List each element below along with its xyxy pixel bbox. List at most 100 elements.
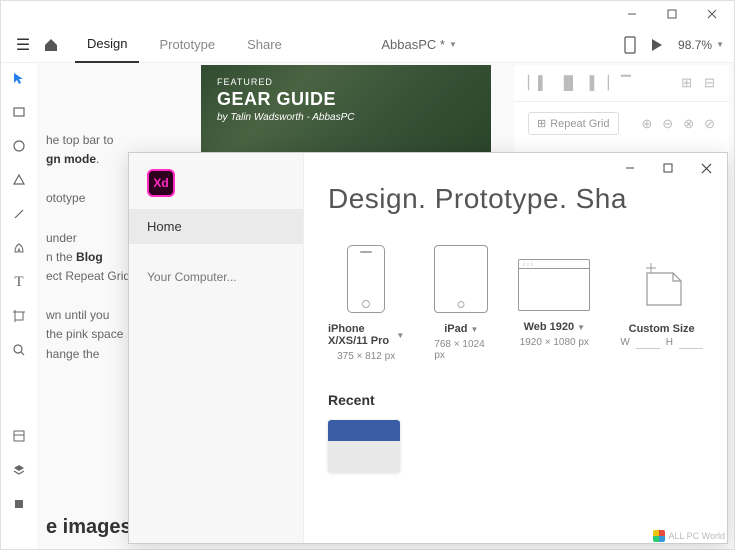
welcome-maximize-button[interactable]: [649, 154, 687, 182]
ellipse-tool-icon[interactable]: [10, 137, 28, 155]
browser-icon: ○○○: [518, 259, 590, 311]
exclude-icon[interactable]: ⊘: [704, 116, 715, 132]
line-tool-icon[interactable]: [10, 205, 28, 223]
preset-dims-label: 1920 × 1080 px: [520, 337, 589, 348]
welcome-dialog: Xd Home Your Computer... Design. Prototy…: [128, 152, 728, 544]
repeat-grid-button[interactable]: ⊞ Repeat Grid: [528, 112, 619, 135]
preset-name-label: Custom Size: [629, 323, 695, 335]
welcome-titlebar: [611, 153, 725, 183]
help-text: under: [46, 231, 77, 245]
maximize-button[interactable]: [652, 1, 692, 27]
repeat-grid-label: Repeat Grid: [550, 118, 609, 130]
watermark-logo-icon: [653, 530, 665, 542]
welcome-close-button[interactable]: [687, 154, 725, 182]
add-icon[interactable]: ⊕: [641, 116, 652, 132]
distribute-h-icon[interactable]: ⊞: [681, 75, 692, 91]
pen-tool-icon[interactable]: [10, 239, 28, 257]
distribute-v-icon[interactable]: ⊟: [704, 75, 715, 91]
polygon-tool-icon[interactable]: [10, 171, 28, 189]
nav-home[interactable]: Home: [129, 209, 303, 244]
preset-dims-label: 768 × 1024 px: [434, 339, 488, 361]
tab-share[interactable]: Share: [235, 27, 294, 63]
layers-icon[interactable]: [10, 461, 28, 479]
welcome-main: Design. Prototype. Sha iPhone X/XS/11 Pr…: [304, 153, 727, 543]
height-input[interactable]: [679, 335, 703, 349]
assets-icon[interactable]: [10, 427, 28, 445]
preset-name-label: Web 1920: [524, 321, 575, 333]
home-icon[interactable]: [43, 37, 67, 53]
zoom-value: 98.7%: [678, 38, 712, 52]
properties-panel: ▏▌ ▐▌ ▌▕ ▔ ⊞ ⊟ ⊞ Repeat Grid ⊕ ⊖ ⊗ ⊘: [514, 65, 729, 165]
align-center-h-icon[interactable]: ▐▌: [559, 75, 577, 91]
text-tool-icon[interactable]: T: [10, 273, 28, 291]
preset-web[interactable]: ○○○ Web 1920 ▼ 1920 × 1080 px: [518, 245, 590, 362]
help-text: wn until you: [46, 308, 109, 322]
menu-icon[interactable]: ☰: [11, 35, 35, 55]
welcome-heading: Design. Prototype. Sha: [328, 183, 703, 215]
project-name-label: AbbasPC *: [381, 37, 445, 52]
preset-iphone[interactable]: iPhone X/XS/11 Pro ▼ 375 × 812 px: [328, 245, 404, 362]
rectangle-tool-icon[interactable]: [10, 103, 28, 121]
artboard-tool-icon[interactable]: [10, 307, 28, 325]
preset-ipad[interactable]: iPad ▼ 768 × 1024 px: [434, 245, 488, 362]
zoom-control[interactable]: 98.7% ▼: [678, 38, 724, 52]
chevron-down-icon: ▼: [449, 40, 457, 49]
hero-byline: by Talin Wadsworth - AbbasPC: [217, 112, 475, 123]
preset-row: iPhone X/XS/11 Pro ▼ 375 × 812 px iPad ▼…: [328, 245, 703, 362]
boolean-ops: ⊕ ⊖ ⊗ ⊘: [641, 116, 715, 132]
minimize-button[interactable]: [612, 1, 652, 27]
align-tools-row: ▏▌ ▐▌ ▌▕ ▔ ⊞ ⊟: [514, 65, 729, 102]
hero-artboard[interactable]: FEATURED GEAR GUIDE by Talin Wadsworth -…: [201, 65, 491, 165]
plugins-icon[interactable]: [10, 495, 28, 513]
recent-heading: Recent: [328, 392, 703, 408]
watermark-text: ALL PC World: [668, 531, 725, 541]
help-text: gn mode: [46, 152, 96, 166]
topbar: ☰ Design Prototype Share AbbasPC * ▼ 98.…: [1, 27, 734, 63]
custom-size-inputs: W H: [620, 335, 703, 349]
hero-title: GEAR GUIDE: [217, 89, 475, 110]
tab-prototype[interactable]: Prototype: [147, 27, 227, 63]
intersect-icon[interactable]: ⊗: [683, 116, 694, 132]
project-name[interactable]: AbbasPC * ▼: [381, 37, 457, 52]
welcome-sidebar: Xd Home Your Computer...: [129, 153, 304, 543]
welcome-minimize-button[interactable]: [611, 154, 649, 182]
device-preview-icon[interactable]: [624, 36, 636, 54]
close-button[interactable]: [692, 1, 732, 27]
zoom-tool-icon[interactable]: [10, 341, 28, 359]
play-icon[interactable]: [650, 38, 664, 52]
left-toolbar: T: [1, 63, 37, 523]
custom-size-icon: [637, 255, 687, 313]
help-text: Blog: [76, 250, 103, 264]
nav-your-computer[interactable]: Your Computer...: [129, 260, 303, 294]
align-left-icon[interactable]: ▏▌: [528, 75, 547, 91]
help-text: the pink space: [46, 327, 123, 341]
help-text: ect Repeat Grid: [46, 269, 130, 283]
chevron-down-icon: ▼: [396, 331, 404, 340]
watermark: ALL PC World: [653, 530, 725, 542]
chevron-down-icon: ▼: [577, 323, 585, 332]
preset-custom[interactable]: Custom Size W H: [620, 245, 703, 362]
tablet-icon: [434, 245, 488, 313]
preset-name-label: iPad: [444, 323, 467, 335]
help-text: n the: [46, 250, 73, 264]
width-input[interactable]: [636, 335, 660, 349]
xd-logo-icon: Xd: [147, 169, 175, 197]
repeat-grid-row: ⊞ Repeat Grid ⊕ ⊖ ⊗ ⊘: [514, 102, 729, 145]
chevron-down-icon: ▼: [470, 325, 478, 334]
images-heading: e images: [46, 516, 132, 539]
subtract-icon[interactable]: ⊖: [662, 116, 673, 132]
height-label: H: [666, 337, 673, 348]
main-titlebar: [1, 1, 734, 27]
hero-featured-label: FEATURED: [217, 77, 475, 87]
align-right-icon[interactable]: ▌▕: [590, 75, 609, 91]
help-text: he top bar to: [46, 133, 113, 147]
grid-icon: ⊞: [537, 117, 546, 130]
select-tool-icon[interactable]: [10, 69, 28, 87]
width-label: W: [620, 337, 629, 348]
align-top-icon[interactable]: ▔: [621, 75, 631, 91]
right-controls: 98.7% ▼: [624, 36, 724, 54]
chevron-down-icon: ▼: [716, 40, 724, 49]
help-text: hange the: [46, 347, 99, 361]
tab-design[interactable]: Design: [75, 27, 139, 63]
recent-file-thumb[interactable]: [328, 420, 400, 472]
